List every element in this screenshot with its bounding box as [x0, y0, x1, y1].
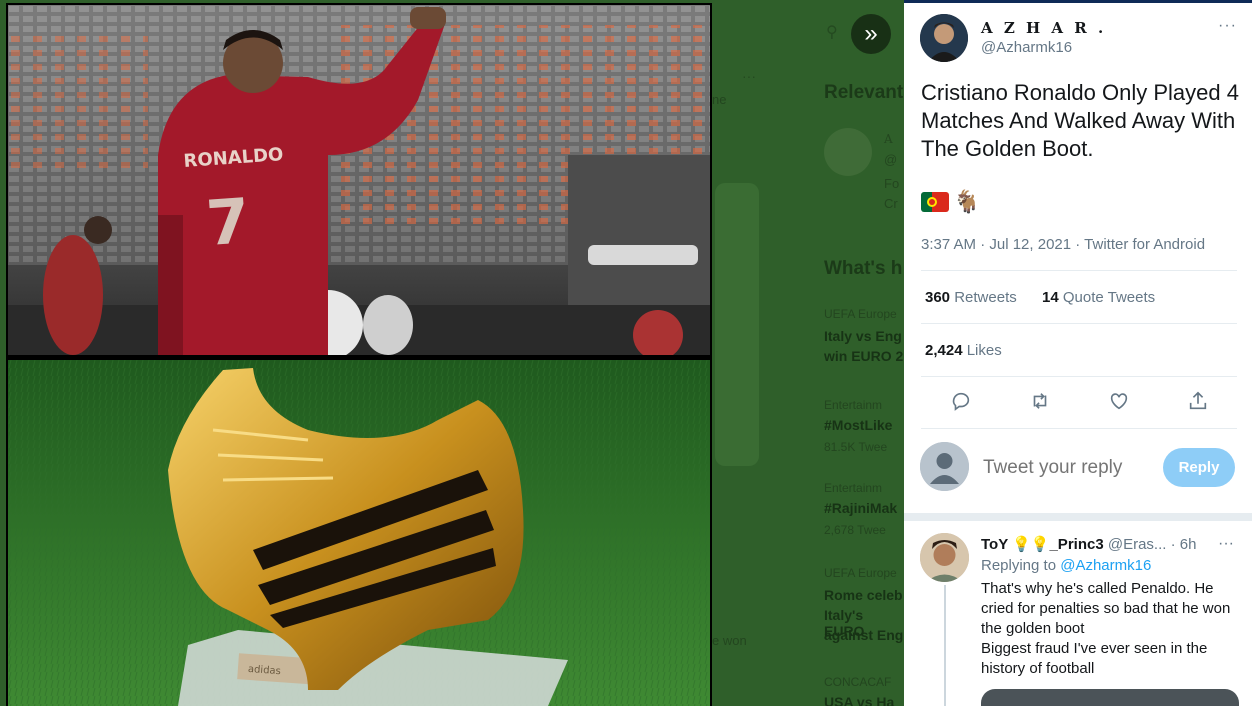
backdrop-trend-title: #RajiniMak	[824, 500, 898, 516]
plaque-text: adidas	[248, 664, 282, 677]
media-viewer: RONALDO 7 adidas	[6, 3, 712, 706]
thread-line	[944, 585, 946, 706]
reply-header: ToY 💡💡_Princ3 @Eras... · 6h	[981, 535, 1196, 553]
backdrop-trend-title: Rome celeb	[824, 587, 903, 603]
backdrop-trend-head: CONCACAF	[824, 675, 892, 689]
replying-to-link[interactable]: @Azharmk16	[1060, 557, 1151, 574]
more-icon[interactable]: ···	[1218, 17, 1237, 35]
backdrop-trend-title: against Eng	[824, 627, 904, 643]
like-icon[interactable]	[1099, 389, 1139, 413]
like-stats[interactable]: 2,424 Likes	[925, 342, 1002, 359]
expand-icon[interactable]: »	[851, 14, 891, 54]
backdrop-trend-head: UEFA Europe	[824, 566, 897, 580]
retweet-glyph	[1033, 393, 1046, 409]
portugal-flag-art	[921, 192, 949, 212]
like-glyph	[1110, 393, 1127, 410]
backdrop-relevant-heading: Relevant	[824, 82, 904, 103]
jersey-number: 7	[204, 184, 252, 260]
tweet-emojis: 🐐	[921, 189, 980, 215]
tweet-detail-panel: A Z H A R . @Azharmk16 ··· Cristiano Ron…	[904, 3, 1252, 706]
tweet-actions	[921, 389, 1237, 413]
share-glyph	[1189, 391, 1206, 410]
share-icon[interactable]	[1178, 389, 1218, 413]
default-avatar-art	[920, 442, 969, 491]
portugal-flag-icon	[921, 192, 949, 212]
tweet-text: Cristiano Ronaldo Only Played 4 Matches …	[921, 80, 1239, 161]
backdrop-avatar	[824, 128, 872, 176]
reply-button[interactable]: Reply	[1163, 448, 1235, 487]
retweets-count: 360	[925, 289, 951, 306]
photo-ronaldo-art: RONALDO 7	[8, 5, 710, 355]
more-icon[interactable]: ···	[1218, 535, 1234, 553]
divider	[921, 376, 1237, 377]
reply-icon[interactable]	[941, 389, 981, 413]
likes-count: 2,424	[925, 342, 963, 359]
backdrop-trend-title: Italy vs Eng	[824, 328, 902, 344]
reply-glyph	[952, 392, 969, 411]
avatar-image	[920, 14, 968, 62]
author-avatar[interactable]	[920, 14, 968, 62]
photo-golden-boot[interactable]: adidas	[8, 360, 710, 706]
divider	[921, 323, 1237, 324]
backdrop-relevant-line: Cr	[884, 196, 898, 211]
likes-label: Likes	[966, 342, 1002, 359]
backdrop-trend-count: 2,678 Twee	[824, 523, 886, 537]
backdrop-relevant-handle: @	[884, 152, 898, 167]
reply-author-avatar[interactable]	[920, 533, 969, 582]
reply-media[interactable]	[981, 689, 1239, 706]
retweet-stats[interactable]: 360 Retweets	[925, 289, 1017, 306]
divider	[921, 270, 1237, 271]
reply-input[interactable]	[983, 457, 1153, 479]
backdrop-trend-title: USA vs Ha	[824, 694, 895, 706]
backdrop-card	[715, 183, 759, 466]
backdrop-trend-head: Entertainm	[824, 398, 883, 412]
retweets-label: Retweets	[954, 289, 1017, 306]
photo-ronaldo[interactable]: RONALDO 7	[8, 5, 710, 355]
quotes-count: 14	[1042, 289, 1059, 306]
author-name[interactable]: A Z H A R .	[981, 19, 1106, 37]
quote-stats[interactable]: 14 Quote Tweets	[1042, 289, 1155, 306]
section-separator	[904, 513, 1252, 521]
default-avatar-icon	[920, 442, 969, 491]
reply-author-handle[interactable]: @Eras...	[1108, 536, 1167, 553]
divider	[921, 428, 1237, 429]
backdrop-trend-title: win EURO 2	[824, 348, 904, 364]
backdrop-snippet: e won	[712, 633, 747, 648]
replying-to: Replying to @Azharmk16	[981, 557, 1151, 574]
reply-time[interactable]: · 6h	[1171, 536, 1197, 553]
photo-golden-boot-art: adidas	[8, 360, 710, 706]
backdrop-happening-heading: What's h	[824, 258, 903, 279]
backdrop-trend-count: 81.5K Twee	[824, 440, 888, 454]
backdrop-trend-title: #MostLike	[824, 417, 893, 433]
backdrop-relevant-name: A	[884, 132, 893, 146]
backdrop-trend-head: Entertainm	[824, 481, 883, 495]
replying-prefix: Replying to	[981, 557, 1057, 574]
tweet-meta[interactable]: 3:37 AM · Jul 12, 2021 · Twitter for And…	[921, 236, 1205, 253]
backdrop-trend-head: UEFA Europe	[824, 307, 897, 321]
goat-icon: 🐐	[953, 189, 981, 214]
reply-text: That's why he's called Penaldo. He cried…	[981, 580, 1231, 677]
backdrop-relevant-line: Fo	[884, 176, 900, 191]
reply-avatar-art	[920, 533, 969, 582]
reply-author-name[interactable]: ToY 💡💡_Princ3	[981, 536, 1104, 553]
backdrop-search-icon: ⚲	[826, 24, 838, 41]
backdrop-snippet: ne	[712, 92, 727, 107]
retweet-icon[interactable]	[1020, 389, 1060, 413]
backdrop-more-icon: ···	[742, 68, 756, 84]
author-handle[interactable]: @Azharmk16	[981, 39, 1072, 56]
quotes-label: Quote Tweets	[1062, 289, 1156, 306]
